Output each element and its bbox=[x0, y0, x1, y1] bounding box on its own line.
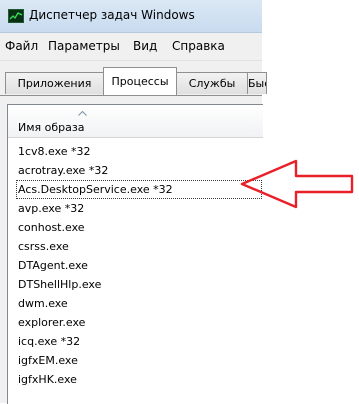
tab-processes[interactable]: Процессы bbox=[103, 67, 177, 95]
annotation-arrow-icon bbox=[240, 159, 354, 209]
